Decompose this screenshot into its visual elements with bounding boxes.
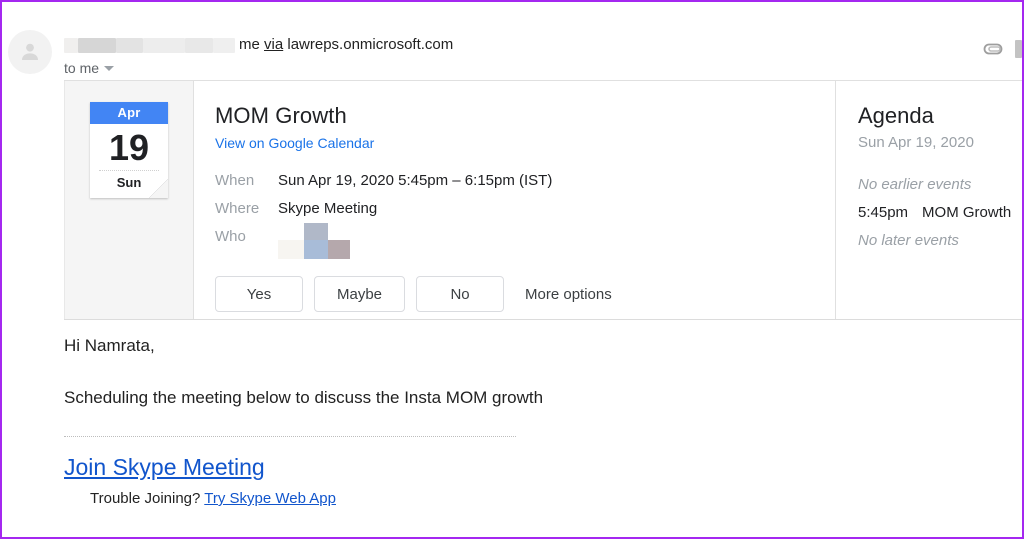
redacted-sender-block	[78, 37, 116, 53]
agenda-event-name: MOM Growth	[922, 204, 1012, 221]
person-avatar-icon	[21, 43, 39, 61]
try-skype-web-app-link[interactable]: Try Skype Web App	[204, 490, 336, 507]
agenda-event-item[interactable]: 5:45pm MOM Growth	[858, 199, 1022, 227]
event-field-who: Who	[215, 223, 835, 259]
recipients-label: to me	[64, 60, 100, 76]
via-domain: lawreps.onmicrosoft.com	[287, 36, 454, 53]
rsvp-maybe-button[interactable]: Maybe	[314, 276, 406, 312]
redacted-attendees	[278, 223, 350, 259]
clipped-edge-glyph	[1015, 40, 1022, 58]
page-fold-mask	[149, 179, 168, 198]
agenda-list: No earlier events 5:45pm MOM Growth No la…	[858, 171, 1022, 255]
calendar-invite-card: Apr 19 Sun MOM Growth View on Google Cal…	[64, 80, 1022, 320]
event-title: MOM Growth	[215, 103, 347, 128]
date-card-month: Apr	[90, 102, 168, 124]
message-header: me via lawreps.onmicrosoft.com to me	[2, 12, 1022, 76]
agenda-column: Agenda Sun Apr 19, 2020 No earlier event…	[836, 81, 1022, 319]
agenda-no-earlier-events: No earlier events	[858, 176, 972, 193]
via-link[interactable]: via	[264, 36, 283, 53]
rsvp-yes-button[interactable]: Yes	[215, 276, 303, 312]
recipients-toggle[interactable]: to me	[64, 58, 115, 78]
body-greeting: Hi Namrata,	[64, 336, 155, 355]
redacted-attendee-block	[304, 240, 328, 259]
agenda-date: Sun Apr 19, 2020	[858, 134, 974, 151]
redacted-sender-block	[185, 37, 213, 53]
chevron-down-icon	[104, 66, 115, 71]
trouble-joining-text: Trouble Joining?	[90, 490, 201, 507]
sender-line: me via lawreps.onmicrosoft.com	[64, 34, 453, 56]
redacted-sender-block	[213, 37, 235, 53]
date-column: Apr 19 Sun	[64, 81, 194, 319]
redacted-attendee-block	[328, 240, 350, 259]
field-label: Where	[215, 200, 260, 217]
body-paragraph: Scheduling the meeting below to discuss …	[64, 388, 544, 407]
event-field-when: When Sun Apr 19, 2020 5:45pm – 6:15pm (I…	[215, 170, 835, 198]
agenda-event-time: 5:45pm	[858, 204, 909, 221]
field-label: Who	[215, 228, 246, 245]
redacted-sender-block	[64, 37, 78, 53]
more-options-button[interactable]: More options	[525, 286, 612, 303]
avatar	[8, 30, 52, 74]
agenda-title: Agenda	[858, 103, 934, 128]
message-body: Hi Namrata, Scheduling the meeting below…	[64, 334, 1004, 509]
body-divider	[64, 436, 516, 437]
redacted-sender-block	[116, 37, 143, 53]
recipient-label: me	[239, 36, 260, 53]
event-details-column: MOM Growth View on Google Calendar When …	[194, 81, 836, 319]
redacted-sender-block	[143, 37, 185, 53]
date-card-day: 19	[108, 127, 150, 168]
date-card: Apr 19 Sun	[90, 102, 168, 198]
join-skype-meeting-link[interactable]: Join Skype Meeting	[64, 453, 265, 481]
event-field-list: When Sun Apr 19, 2020 5:45pm – 6:15pm (I…	[215, 170, 835, 259]
view-on-google-calendar-link[interactable]: View on Google Calendar	[215, 133, 374, 153]
agenda-no-later-events: No later events	[858, 232, 959, 249]
email-message-view: me via lawreps.onmicrosoft.com to me Apr…	[0, 0, 1024, 539]
field-value: Skype Meeting	[278, 200, 378, 217]
field-value: Sun Apr 19, 2020 5:45pm – 6:15pm (IST)	[278, 172, 553, 189]
paperclip-icon[interactable]	[982, 39, 1006, 59]
field-label: When	[215, 172, 255, 189]
event-field-where: Where Skype Meeting	[215, 198, 835, 226]
rsvp-button-group: Yes Maybe No More options	[215, 276, 835, 312]
redacted-attendee-block	[278, 240, 304, 259]
trouble-joining-line: Trouble Joining? Try Skype Web App	[90, 489, 1004, 509]
rsvp-no-button[interactable]: No	[416, 276, 505, 312]
